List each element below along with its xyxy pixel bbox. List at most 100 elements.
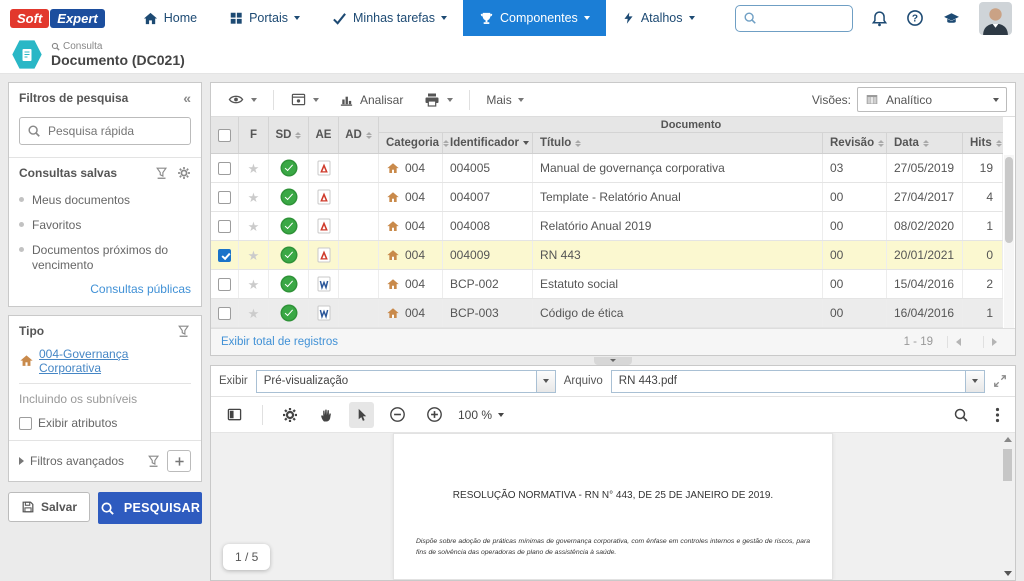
eye-icon: [227, 92, 245, 107]
academy-button[interactable]: [942, 10, 961, 27]
column-header-ae[interactable]: AE: [309, 117, 339, 153]
column-header-sd[interactable]: SD: [269, 117, 309, 153]
preview-button[interactable]: [282, 87, 327, 112]
expand-triangle-icon[interactable]: [19, 457, 24, 465]
word-file-icon[interactable]: [317, 305, 331, 321]
view-record-button[interactable]: [219, 87, 265, 112]
saved-query-label: Documentos próximos do vencimento: [32, 243, 191, 273]
zoom-out-button[interactable]: [384, 401, 411, 428]
panel-splitter[interactable]: [210, 356, 1016, 365]
nav-atalhos[interactable]: Atalhos: [606, 0, 711, 36]
select-dropdown-button[interactable]: [536, 371, 555, 392]
favorite-star-icon[interactable]: ★: [248, 191, 260, 204]
select-tool-button[interactable]: [349, 402, 374, 428]
show-attributes-checkbox[interactable]: [19, 417, 32, 430]
pdf-viewer-area[interactable]: RESOLUÇÃO NORMATIVA - RN N° 443, DE 25 D…: [211, 433, 1015, 580]
save-button[interactable]: Salvar: [8, 492, 90, 522]
global-search[interactable]: [735, 5, 853, 32]
clear-filter-icon[interactable]: [177, 324, 191, 338]
row-checkbox[interactable]: [218, 162, 231, 175]
show-attributes-option[interactable]: Exibir atributos: [19, 416, 191, 430]
column-header-data[interactable]: Data: [887, 133, 963, 153]
column-header-ad[interactable]: AD: [339, 117, 379, 153]
zoom-in-button[interactable]: [421, 401, 448, 428]
pdf-file-icon[interactable]: [317, 189, 331, 205]
column-header-titulo[interactable]: Título: [533, 133, 823, 153]
scroll-up-arrow[interactable]: [1004, 437, 1012, 442]
file-select[interactable]: [611, 370, 985, 393]
previous-page-button[interactable]: [947, 336, 969, 348]
table-row-selected[interactable]: ★ 004 004009 RN 443 00 20/01/2021 0: [211, 241, 1003, 270]
saved-query-item[interactable]: Favoritos: [19, 213, 191, 238]
quick-search-input[interactable]: [19, 117, 191, 145]
views-select[interactable]: Analítico: [857, 87, 1007, 112]
favorite-star-icon[interactable]: ★: [248, 220, 260, 233]
category-type-link[interactable]: 004-Governança Corporativa: [19, 347, 191, 375]
file-name-input[interactable]: [612, 375, 965, 387]
table-row[interactable]: ★ 004 004008 Relatório Anual 2019 00 08/…: [211, 212, 1003, 241]
favorite-star-icon[interactable]: ★: [248, 162, 260, 175]
favorite-star-icon[interactable]: ★: [248, 249, 260, 262]
user-avatar[interactable]: [979, 2, 1012, 35]
notifications-button[interactable]: [871, 10, 888, 27]
select-all-checkbox[interactable]: [218, 129, 231, 142]
saved-query-item[interactable]: Meus documentos: [19, 188, 191, 213]
softexpert-logo[interactable]: Soft Expert: [10, 9, 105, 28]
expand-preview-button[interactable]: [993, 374, 1007, 388]
saved-query-item[interactable]: Documentos próximos do vencimento: [19, 238, 191, 278]
scrollbar-thumb[interactable]: [1003, 449, 1012, 481]
search-submit-button[interactable]: PESQUISAR: [98, 492, 202, 524]
favorite-star-icon[interactable]: ★: [248, 278, 260, 291]
row-checkbox[interactable]: [218, 278, 231, 291]
column-header-identificador[interactable]: Identificador: [443, 133, 533, 153]
pan-tool-button[interactable]: [313, 402, 339, 428]
show-total-records-link[interactable]: Exibir total de registros: [221, 336, 338, 348]
table-row[interactable]: ★ 004 BCP-002 Estatuto social 00 15/04/2…: [211, 270, 1003, 299]
analyze-button[interactable]: Analisar: [331, 87, 411, 112]
toggle-thumbnails-button[interactable]: [221, 402, 248, 427]
add-filter-button[interactable]: [167, 450, 191, 472]
print-button[interactable]: [415, 87, 461, 113]
row-checkbox[interactable]: [218, 191, 231, 204]
row-checkbox[interactable]: [218, 307, 231, 320]
table-scrollbar[interactable]: [1004, 155, 1014, 328]
column-header-categoria[interactable]: Categoria: [379, 133, 443, 153]
advanced-filters-label[interactable]: Filtros avançados: [30, 454, 124, 468]
help-button[interactable]: ?: [906, 9, 924, 27]
public-queries-link[interactable]: Consultas públicas: [19, 282, 191, 296]
pdf-file-icon[interactable]: [317, 160, 331, 176]
nav-minhas-tarefas[interactable]: Minhas tarefas: [316, 0, 463, 36]
pdf-settings-button[interactable]: [277, 402, 303, 428]
splitter-handle[interactable]: [594, 357, 632, 365]
pdf-more-menu-button[interactable]: [990, 402, 1005, 428]
next-page-button[interactable]: [983, 336, 1005, 348]
word-file-icon[interactable]: [317, 276, 331, 292]
more-button[interactable]: Mais: [478, 88, 531, 112]
nav-home[interactable]: Home: [127, 0, 213, 36]
column-header-f[interactable]: F: [239, 117, 269, 153]
nav-portais[interactable]: Portais: [213, 0, 316, 36]
table-row[interactable]: ★ 004 004005 Manual de governança corpor…: [211, 154, 1003, 183]
row-checkbox-checked[interactable]: [218, 249, 231, 262]
pdf-file-icon[interactable]: [317, 218, 331, 234]
global-search-input[interactable]: [762, 11, 842, 25]
select-dropdown-button[interactable]: [965, 371, 984, 392]
scrollbar-thumb[interactable]: [1005, 157, 1013, 243]
display-mode-select[interactable]: Pré-visualização: [256, 370, 556, 393]
preview-scrollbar[interactable]: [1001, 435, 1013, 578]
table-row[interactable]: ★ 004 004007 Template - Relatório Anual …: [211, 183, 1003, 212]
column-header-revisao[interactable]: Revisão: [823, 133, 887, 153]
row-checkbox[interactable]: [218, 220, 231, 233]
column-header-hits[interactable]: Hits: [963, 133, 1003, 153]
clear-filter-icon[interactable]: [147, 454, 161, 468]
pdf-search-button[interactable]: [948, 402, 974, 428]
clear-filter-icon[interactable]: [155, 166, 169, 180]
table-row[interactable]: ★ 004 BCP-003 Código de ética 00 16/04/2…: [211, 299, 1003, 328]
zoom-level-select[interactable]: 100 %: [458, 408, 504, 422]
gear-icon[interactable]: [177, 166, 191, 180]
nav-componentes[interactable]: Componentes: [463, 0, 606, 36]
scroll-down-arrow[interactable]: [1004, 571, 1012, 576]
pdf-file-icon[interactable]: [317, 247, 331, 263]
favorite-star-icon[interactable]: ★: [248, 307, 260, 320]
collapse-sidebar-icon[interactable]: «: [183, 91, 191, 105]
